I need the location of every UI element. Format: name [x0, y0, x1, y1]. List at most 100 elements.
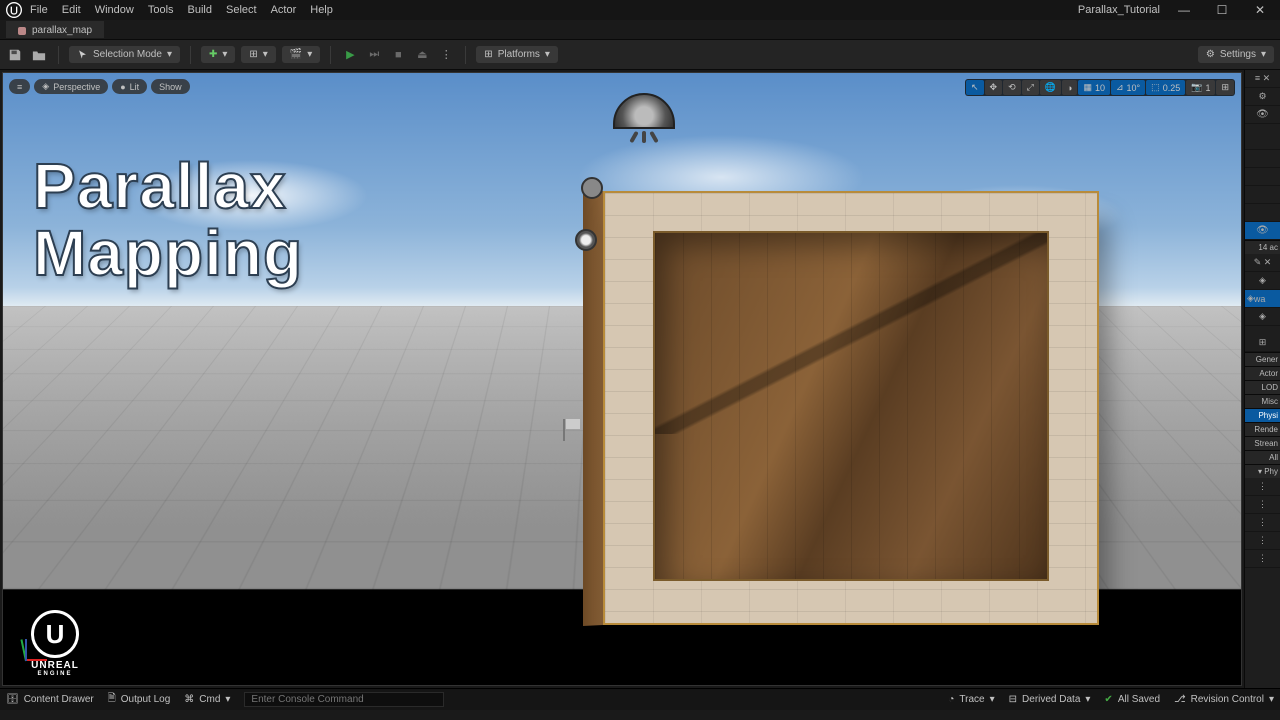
outliner-item[interactable] [1245, 204, 1280, 222]
property-row[interactable]: ⋮ [1245, 532, 1280, 550]
details-section-rendering[interactable]: Rende [1245, 422, 1280, 436]
viewport-layout-button[interactable]: ⊞ [1216, 80, 1234, 95]
directional-light-sprite[interactable] [575, 229, 597, 251]
property-row[interactable]: ⋮ [1245, 496, 1280, 514]
details-section-all[interactable]: All [1245, 450, 1280, 464]
outliner-item[interactable] [1245, 168, 1280, 186]
node-icon: ⊞ [249, 49, 257, 60]
blueprint-button[interactable]: ⊞▾ [241, 46, 275, 63]
stop-button[interactable]: ■ [389, 46, 407, 64]
menu-actor[interactable]: Actor [271, 4, 297, 16]
eject-button[interactable]: ⏏ [413, 46, 431, 64]
trace-button[interactable]: ◔Trace▾ [948, 694, 994, 705]
angle-snap-toggle[interactable]: ⊿ 10° [1111, 80, 1145, 95]
trace-label: Trace [959, 694, 984, 705]
content-drawer-label: Content Drawer [24, 694, 94, 705]
wall-actor[interactable] [603, 191, 1099, 625]
details-section-physics[interactable]: Physi [1245, 408, 1280, 422]
property-row[interactable]: ⋮ [1245, 514, 1280, 532]
surface-snap-button[interactable]: ◑ [1062, 80, 1077, 95]
cinematics-button[interactable]: 🎬▾ [282, 46, 320, 63]
details-search-button[interactable]: ⊞ [1245, 334, 1280, 352]
save-icon[interactable] [6, 46, 24, 64]
show-dropdown[interactable]: Show [151, 79, 190, 94]
camera-speed-button[interactable]: 📷 1 [1186, 80, 1215, 95]
console-input[interactable] [244, 692, 444, 707]
outliner-item[interactable] [1245, 132, 1280, 150]
main-toolbar: Selection Mode ▾ ✚▾ ⊞▾ 🎬▾ ▶ ⏭ ■ ⏏ ⋮ ⊞ Pl… [0, 40, 1280, 70]
outliner-menu-button[interactable]: ≡ ✕ [1245, 70, 1280, 88]
revision-control-button[interactable]: ⎇Revision Control▾ [1174, 694, 1274, 705]
details-section-general[interactable]: Gener [1245, 352, 1280, 366]
menu-tools[interactable]: Tools [148, 4, 174, 16]
cmd-button[interactable]: ⌘Cmd▾ [184, 694, 230, 705]
output-log-button[interactable]: 🗎Output Log [108, 691, 171, 708]
content-drawer-button[interactable]: 🗄Content Drawer [6, 694, 94, 705]
flag-icon [563, 419, 581, 441]
light-sprite[interactable] [581, 177, 603, 199]
menu-file[interactable]: File [30, 4, 48, 16]
window-minimize-button[interactable]: — [1170, 3, 1198, 17]
level-viewport[interactable]: Parallax Mapping ≡ ◈Perspective ●Lit Sho… [2, 72, 1242, 686]
details-group-physics[interactable]: ▾ Phy [1245, 464, 1280, 478]
viewport-menu-button[interactable]: ≡ [9, 79, 30, 94]
visibility-column-header[interactable] [1245, 106, 1280, 124]
angle-snap-value: 10° [1127, 83, 1141, 93]
menu-build[interactable]: Build [188, 4, 212, 16]
browse-icon[interactable] [30, 46, 48, 64]
all-saved-indicator[interactable]: ✔All Saved [1104, 694, 1160, 705]
details-section-misc[interactable]: Misc [1245, 394, 1280, 408]
ue-watermark-icon: U [31, 610, 79, 658]
select-tool-button[interactable]: ↖ [966, 80, 984, 95]
coord-toggle-button[interactable]: 🌐 [1040, 80, 1061, 95]
window-maximize-button[interactable]: ☐ [1208, 3, 1236, 17]
outliner-options-button[interactable]: ⚙ [1245, 88, 1280, 106]
grid-snap-toggle[interactable]: ▦ 10 [1078, 80, 1110, 95]
settings-dropdown[interactable]: ⚙ Settings ▾ [1198, 46, 1274, 63]
tab-parallax-map[interactable]: parallax_map [6, 21, 104, 38]
viewmode-dropdown[interactable]: ●Lit [112, 79, 147, 94]
menu-help[interactable]: Help [310, 4, 333, 16]
platforms-label: Platforms [498, 49, 540, 60]
details-component-button[interactable]: ◈ [1245, 308, 1280, 326]
menu-select[interactable]: Select [226, 4, 257, 16]
scale-tool-button[interactable]: ⤢ [1022, 80, 1039, 95]
details-component-button[interactable]: ◈ [1245, 272, 1280, 290]
sky-light-sprite[interactable] [613, 93, 675, 143]
cam-speed-value: 1 [1205, 83, 1210, 93]
details-section-streaming[interactable]: Strean [1245, 436, 1280, 450]
window-close-button[interactable]: ✕ [1246, 3, 1274, 17]
outliner-item[interactable] [1245, 150, 1280, 168]
chevron-down-icon: ▾ [167, 49, 172, 60]
revision-label: Revision Control [1191, 694, 1264, 705]
document-tabs: parallax_map [0, 20, 1280, 40]
rotate-tool-button[interactable]: ⟲ [1003, 80, 1021, 95]
axis-z-icon [25, 639, 27, 661]
player-start-sprite[interactable] [563, 419, 581, 441]
overlay-line1: Parallax [33, 153, 303, 220]
platforms-dropdown[interactable]: ⊞ Platforms ▾ [476, 46, 558, 63]
play-options-button[interactable]: ⋮ [437, 46, 455, 64]
overlay-caption: Parallax Mapping [33, 153, 303, 287]
details-edit-button[interactable]: ✎ ✕ [1245, 254, 1280, 272]
translate-tool-button[interactable]: ✥ [985, 80, 1003, 95]
outliner-item-selected[interactable] [1245, 222, 1280, 240]
details-section-actor[interactable]: Actor [1245, 366, 1280, 380]
details-section-lod[interactable]: LOD [1245, 380, 1280, 394]
property-row[interactable]: ⋮ [1245, 478, 1280, 496]
scale-snap-toggle[interactable]: ⬚ 0.25 [1146, 80, 1185, 95]
menu-edit[interactable]: Edit [62, 4, 81, 16]
perspective-dropdown[interactable]: ◈Perspective [34, 79, 108, 94]
play-button[interactable]: ▶ [341, 46, 359, 64]
derived-data-button[interactable]: ⊟Derived Data▾ [1009, 694, 1091, 705]
log-icon: 🗎 [108, 691, 116, 708]
outliner-item[interactable] [1245, 186, 1280, 204]
selection-mode-dropdown[interactable]: Selection Mode ▾ [69, 46, 180, 63]
add-content-button[interactable]: ✚▾ [201, 46, 235, 63]
component-wall[interactable]: ◈ wa [1245, 290, 1280, 308]
skip-button[interactable]: ⏭ [365, 46, 383, 64]
property-row[interactable]: ⋮ [1245, 550, 1280, 568]
separator [190, 46, 191, 64]
menu-window[interactable]: Window [95, 4, 134, 16]
main-area: Parallax Mapping ≡ ◈Perspective ●Lit Sho… [0, 70, 1280, 688]
